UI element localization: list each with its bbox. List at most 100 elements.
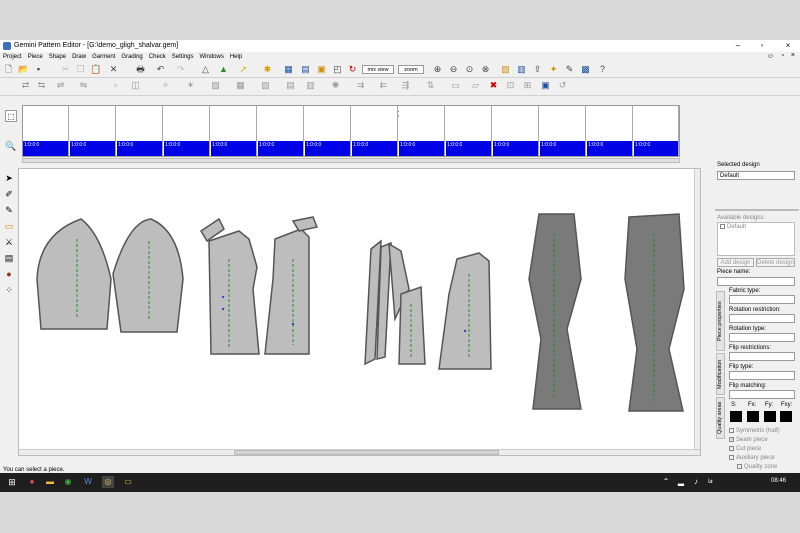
available-designs-list[interactable]: Default [717, 222, 795, 256]
thumbnail-scrollbar[interactable] [22, 158, 680, 163]
canvas-h-scroll-thumb[interactable] [234, 450, 499, 455]
add-design-button[interactable]: Add design [717, 258, 754, 267]
fxy-swatch[interactable] [780, 411, 792, 422]
flip-matching-select[interactable] [729, 390, 795, 399]
piece-tool-15-icon[interactable]: ⇉ [355, 80, 366, 91]
fx-swatch[interactable] [747, 411, 759, 422]
menu-draw[interactable]: Draw [69, 52, 89, 62]
piece-tool-13-icon[interactable]: ▥ [305, 80, 316, 91]
select-icon[interactable]: ◰ [332, 64, 343, 75]
firefox-icon[interactable]: ● [26, 476, 38, 488]
table-icon[interactable]: ▩ [580, 64, 591, 75]
auxiliary-piece-checkbox[interactable]: Auxiliary piece [729, 455, 775, 461]
language-indicator[interactable]: فا [708, 478, 713, 485]
bezier-icon[interactable]: ✐ [3, 188, 15, 200]
ruler-icon[interactable]: ▭ [3, 220, 15, 232]
piece-tool-6-icon[interactable]: ◫ [130, 80, 141, 91]
open-icon[interactable]: 📂 [18, 64, 29, 75]
select-pieces-icon[interactable]: ⬚ [5, 110, 17, 122]
thumbnail-12[interactable]: 1:0:0:0 [540, 106, 586, 156]
menu-project[interactable]: Project [0, 52, 25, 62]
help-cursor-icon[interactable]: ? [597, 64, 608, 75]
export-icon[interactable]: ⇪ [532, 64, 543, 75]
zoom-fit-icon[interactable]: ⊙ [464, 64, 475, 75]
symmetric-checkbox[interactable]: Symmetric (half) [729, 428, 780, 434]
piece-tool-10-icon[interactable]: ▦ [235, 80, 246, 91]
thumbnail-5[interactable]: 1:0:0:0 [211, 106, 257, 156]
chrome-icon[interactable]: ◉ [62, 476, 74, 488]
piece-tool-24-icon[interactable]: ↺ [557, 80, 568, 91]
thumbnail-4[interactable]: 1:0:0:0 [164, 106, 210, 156]
thumbnail-6[interactable]: 1:0:0:0 [258, 106, 304, 156]
piece-tool-9-icon[interactable]: ▨ [210, 80, 221, 91]
new-icon[interactable]: 🗋 [3, 64, 14, 75]
zoom-dropdown[interactable]: zoom [398, 65, 424, 74]
points-icon[interactable]: ⁘ [3, 284, 15, 296]
piece-tool-14-icon[interactable]: ✺ [330, 80, 341, 91]
cut-piece-checkbox[interactable]: Cut piece [729, 446, 761, 452]
piece-tool-3-icon[interactable]: ⇌ [55, 80, 66, 91]
delete-design-button[interactable]: Delete design [756, 258, 795, 267]
grid-icon[interactable]: ▦ [283, 64, 294, 75]
menu-grading[interactable]: Grading [118, 52, 145, 62]
nest-icon[interactable]: ▣ [316, 64, 327, 75]
pen-icon[interactable]: ✎ [3, 204, 15, 216]
measure-icon[interactable]: ▧ [500, 64, 511, 75]
thumbnail-9[interactable]: 1:0:0:0 [399, 106, 445, 156]
settings-icon[interactable]: ✦ [548, 64, 559, 75]
thumbnail-8[interactable]: 1:0:0:0 [352, 106, 398, 156]
selected-design-select[interactable]: Default [717, 171, 795, 180]
thumbnail-10[interactable]: 1:0:0:0 [446, 106, 492, 156]
triangle-icon[interactable]: △ [200, 64, 211, 75]
delete-icon[interactable]: ✕ [108, 64, 119, 75]
rotation-restriction-select[interactable] [729, 314, 795, 323]
explorer-icon[interactable]: ▬ [44, 476, 56, 488]
search-icon[interactable]: 🔍 [5, 140, 17, 152]
piece-tool-4-icon[interactable]: ⇋ [78, 80, 89, 91]
canvas-h-scrollbar[interactable] [19, 449, 700, 455]
piece-tool-11-icon[interactable]: ▧ [260, 80, 271, 91]
tab-quality-areas[interactable]: Quality areas [716, 397, 725, 439]
word-icon[interactable]: W [82, 476, 94, 488]
mix-view-dropdown[interactable]: mix view [362, 65, 394, 74]
zoom-out-icon[interactable]: ⊖ [448, 64, 459, 75]
refresh-icon[interactable]: ↻ [347, 64, 358, 75]
piece-tool-1-icon[interactable]: ⇄ [20, 80, 31, 91]
redo-icon[interactable]: ↷ [175, 64, 186, 75]
menu-settings[interactable]: Settings [169, 52, 197, 62]
remove-icon[interactable]: ✖ [488, 80, 499, 91]
cut-icon[interactable]: ✂ [60, 64, 71, 75]
s-swatch[interactable] [730, 411, 742, 422]
view-icon[interactable]: ▥ [516, 64, 527, 75]
arrow-tool-icon[interactable]: ➚ [238, 64, 249, 75]
thumbnail-11[interactable]: 1:0:0:0 [493, 106, 539, 156]
menu-windows[interactable]: Windows [196, 52, 226, 62]
close-icon[interactable]: × [780, 40, 796, 52]
piece-name-field[interactable] [717, 277, 795, 286]
thumbnail-7[interactable]: 1:0:0:0 [305, 106, 351, 156]
volume-icon[interactable]: ♪ [690, 476, 702, 488]
menu-check[interactable]: Check [146, 52, 169, 62]
menu-help[interactable]: Help [227, 52, 245, 62]
quality-zone-checkbox[interactable]: Quality zone [737, 464, 777, 470]
thumbnail-13[interactable]: 1:0:0:0 [587, 106, 633, 156]
canvas-v-scrollbar[interactable] [694, 169, 700, 449]
available-designs-item[interactable]: Default [720, 224, 746, 230]
copy-icon[interactable]: ❐ [75, 64, 86, 75]
piece-tool-17-icon[interactable]: ⇶ [400, 80, 411, 91]
piece-tool-20-icon[interactable]: ▱ [470, 80, 481, 91]
thumbnail-2[interactable]: 1:0:0:0 [70, 106, 116, 156]
piece-tool-5-icon[interactable]: ▫ [110, 80, 121, 91]
knife-icon[interactable]: ⚔ [3, 236, 15, 248]
thumbnail-1[interactable]: 1:0:0:0 [23, 106, 69, 156]
restore-icon[interactable]: ▫ [782, 52, 784, 59]
piece-tool-12-icon[interactable]: ▤ [285, 80, 296, 91]
gemini-app-icon[interactable]: ◎ [102, 476, 114, 488]
grade-icon[interactable]: ▲ [218, 64, 229, 75]
network-icon[interactable]: ▂ [675, 476, 687, 488]
close-doc-icon[interactable]: × [791, 52, 795, 59]
menu-piece[interactable]: Piece [25, 52, 46, 62]
piece-tool-8-icon[interactable]: ✶ [185, 80, 196, 91]
tab-piece-properties[interactable]: Piece properties [716, 291, 725, 351]
print-icon[interactable]: 🖶 [135, 64, 146, 75]
